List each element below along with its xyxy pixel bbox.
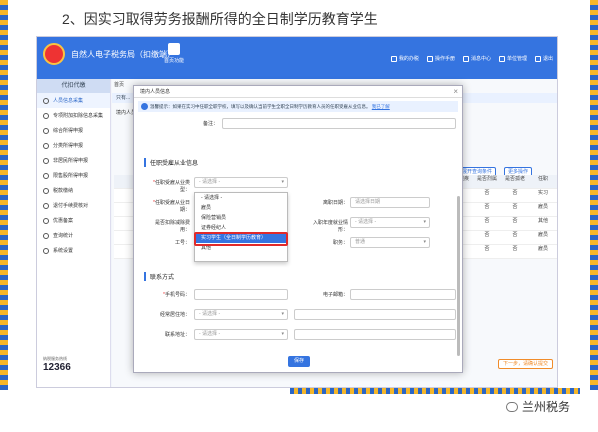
highlight-box (194, 232, 288, 246)
sidebar-item-payment[interactable]: 税款缴纳 (37, 183, 110, 198)
home-icon (168, 43, 180, 55)
entry-situation-label: 入职年度就业情形： (312, 220, 348, 233)
wechat-icon (506, 401, 518, 412)
sidebar-item-comprehensive[interactable]: 综合所得申报 (37, 123, 110, 138)
menu-messages[interactable]: 消息中心 (462, 55, 491, 62)
book-icon (426, 55, 433, 62)
dialog-title: 境内人员信息 (134, 86, 462, 98)
menu-unit-manage[interactable]: 单位管理 (498, 55, 527, 62)
contact-detail-input[interactable] (294, 329, 456, 340)
menu-exit[interactable]: 退出 (534, 55, 553, 62)
coin-icon (43, 187, 49, 194)
email-label: 电子邮箱： (322, 292, 348, 298)
hotline: 纳税服务热线 12366 (43, 356, 71, 373)
section-contact: 联系方式 (144, 272, 174, 281)
building-icon (498, 55, 505, 62)
employment-type-select[interactable]: - 请选择 - (194, 177, 288, 188)
entry-situation-select[interactable]: - 请选择 - (350, 217, 430, 228)
option-placeholder[interactable]: - 请选择 - (195, 193, 287, 203)
sidebar-item-classified[interactable]: 分类所得申报 (37, 138, 110, 153)
remark-label: 备注： (202, 121, 218, 127)
sidebar-item-settings[interactable]: 系统设置 (37, 243, 110, 258)
sidebar-item-refund[interactable]: 退付手续费核对 (37, 198, 110, 213)
contact-address-label: 联系地址： (164, 332, 190, 338)
doc-icon (43, 172, 49, 179)
close-icon[interactable]: × (453, 87, 458, 96)
chart-icon (43, 232, 49, 239)
refund-icon (43, 202, 49, 209)
sidebar-item-query[interactable]: 查询统计 (37, 228, 110, 243)
sidebar-item-special-deduction[interactable]: 专项附加扣除信息采集 (37, 108, 110, 123)
hire-date-label: *任职受雇从业日期： (153, 200, 190, 213)
mail-icon (462, 55, 469, 62)
watermark: 兰州税务 (506, 398, 570, 415)
phone-label: *手机号码： (163, 292, 190, 298)
region-label: 经常居住地： (159, 312, 190, 318)
phone-input[interactable] (194, 289, 288, 300)
tax-icon (390, 55, 397, 62)
dialog-scrollbar[interactable] (457, 196, 460, 356)
sidebar: 代扣代缴 人员信息采集 专项附加扣除信息采集 综合所得申报 分类所得申报 非居民… (37, 79, 111, 387)
region-detail-input[interactable] (294, 309, 456, 320)
region-select[interactable]: - 请选择 - (194, 309, 288, 320)
sidebar-item-person-info[interactable]: 人员信息采集 (37, 93, 110, 108)
got-it-link[interactable]: 我已了解 (372, 104, 390, 109)
email-input[interactable] (350, 289, 456, 300)
menu-my-tax[interactable]: 我的办税 (390, 55, 419, 62)
next-step-button[interactable]: 下一步，请确认提交 (497, 359, 553, 369)
employment-type-label: *任职受雇从业类型： (153, 180, 190, 193)
breadcrumb[interactable]: 首页 (114, 81, 124, 88)
warning-bar: 温馨提示：如果在实习中任职全职学校，填写以及确认当前学生全职全日制学历教育人员的… (138, 101, 458, 112)
deduct-fee-label: 是否扣除减除费用： (154, 220, 190, 233)
person-icon (43, 157, 49, 164)
section-employment: 任职受雇从业信息 (144, 158, 198, 167)
top-menu: 我的办税 操作手册 消息中心 单位管理 退出 (390, 55, 553, 62)
home-label: 首页功能 (163, 58, 184, 64)
sidebar-caption: 代扣代缴 (37, 79, 110, 93)
right-decor-stripe (590, 0, 598, 390)
contact-address-select[interactable]: - 请选择 - (194, 329, 288, 340)
title-label: 职务： (332, 240, 348, 246)
home-button[interactable]: 首页功能 (163, 43, 185, 64)
app-screenshot: 自然人电子税务局（扣缴端） 首页功能 我的办税 操作手册 消息中心 单位管理 退… (36, 36, 558, 388)
save-button[interactable]: 保存 (288, 356, 310, 367)
remark-field[interactable] (222, 118, 456, 129)
job-number-label: 工号： (174, 240, 190, 246)
folder-icon (43, 217, 49, 224)
app-topbar: 自然人电子税务局（扣缴端） 首页功能 我的办税 操作手册 消息中心 单位管理 退… (37, 37, 557, 79)
bottom-decor-band (290, 388, 580, 394)
exit-icon (534, 55, 541, 62)
app-title: 自然人电子税务局（扣缴端） (71, 50, 175, 59)
menu-manual[interactable]: 操作手册 (426, 55, 455, 62)
leave-date-label: 离职日期： (322, 200, 348, 206)
leave-date-input[interactable]: 请选择日期 (350, 197, 430, 208)
employment-type-dropdown: - 请选择 - 雇员 保险营销员 证券经纪人 实习学生（全日制学历教育） 其他 (194, 192, 288, 262)
sidebar-item-restricted[interactable]: 限售股所得申报 (37, 168, 110, 183)
person-icon (43, 97, 49, 104)
info-icon (141, 103, 148, 110)
sidebar-item-filing[interactable]: 优惠备案 (37, 213, 110, 228)
doc-icon (43, 127, 49, 134)
list-icon (43, 112, 49, 119)
gear-icon (43, 247, 49, 254)
left-decor-stripe (0, 0, 8, 390)
title-select[interactable]: 普通 (350, 237, 430, 248)
option-employee[interactable]: 雇员 (195, 203, 287, 213)
tax-emblem-icon (43, 43, 65, 65)
option-insurance-agent[interactable]: 保险营销员 (195, 213, 287, 223)
article-heading: 2、因实习取得劳务报酬所得的全日制学历教育学生 (62, 11, 378, 27)
sidebar-item-nonresident[interactable]: 非居民所得申报 (37, 153, 110, 168)
person-info-dialog: 境内人员信息 × 温馨提示：如果在实习中任职全职学校，填写以及确认当前学生全职全… (133, 85, 463, 373)
doc-icon (43, 142, 49, 149)
